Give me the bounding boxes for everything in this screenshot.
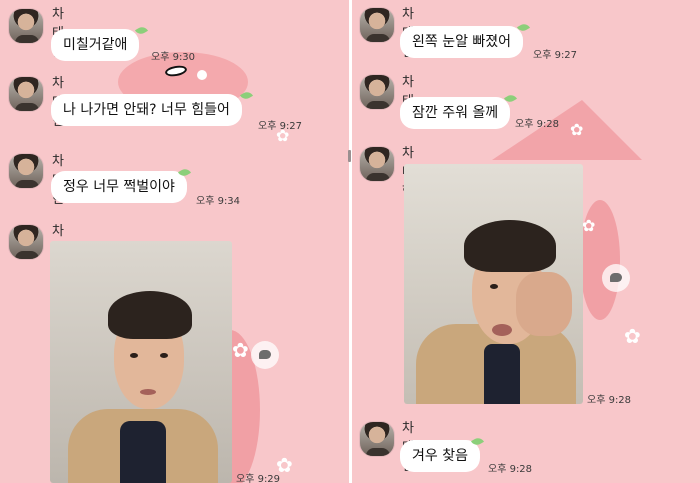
message-bubble[interactable]: 정우 너무 쩍벌이야 <box>51 171 187 203</box>
resize-handle[interactable] <box>348 150 351 162</box>
person-shirt <box>120 421 166 483</box>
message-time: 오후 9:27 <box>258 121 303 132</box>
avatar[interactable] <box>359 421 395 457</box>
photo-message[interactable] <box>404 164 583 404</box>
message-bubble[interactable]: 겨우 찾음 <box>400 440 480 472</box>
avatar[interactable] <box>359 74 395 110</box>
message-time: 오후 9:28 <box>515 119 560 130</box>
blob-eye-decoration <box>197 70 207 80</box>
photo-message[interactable] <box>50 241 232 483</box>
share-bubble-icon[interactable] <box>602 264 630 292</box>
leaf-icon <box>134 24 149 37</box>
person-mouth <box>140 389 156 395</box>
person-hair <box>108 291 192 339</box>
message-bubble[interactable]: 나 나가면 안돼? 너무 힘들어 <box>51 94 242 126</box>
message-time: 오후 9:28 <box>587 395 632 406</box>
message-time: 오후 9:28 <box>488 464 533 475</box>
flower-icon: ✿ <box>570 120 584 139</box>
message-time: 오후 9:34 <box>196 196 241 207</box>
message-bubble[interactable]: 왼쪽 눈알 빠졌어 <box>400 26 524 58</box>
message-bubble[interactable]: 잠깐 주워 올께 <box>400 97 511 129</box>
share-bubble-icon[interactable] <box>251 341 279 369</box>
message-time: 오후 9:27 <box>533 50 578 61</box>
avatar[interactable] <box>8 8 44 44</box>
person-eye <box>130 353 138 358</box>
flower-icon: ✿ <box>232 338 249 362</box>
person-shirt <box>484 344 520 404</box>
chat-pane-left[interactable]: ✿ ✿ ✿ 차태현 미칠거같애 오후 9:30 차태현 나 나가면 안돼? 너무… <box>0 0 349 483</box>
message-time: 오후 9:29 <box>236 474 281 483</box>
chat-pane-right[interactable]: ✿ ✿ ✿ 차태현 왼쪽 눈알 빠졌어 오후 9:27 차태현 잠깐 주워 올께… <box>352 0 700 483</box>
avatar[interactable] <box>8 153 44 189</box>
background-shape <box>492 100 642 160</box>
flower-icon: ✿ <box>582 216 596 235</box>
person-hair <box>464 220 556 272</box>
person-eye <box>160 353 168 358</box>
flower-icon: ✿ <box>624 324 641 348</box>
message-time: 오후 9:30 <box>151 52 196 63</box>
avatar[interactable] <box>359 146 395 182</box>
person-eye <box>490 284 498 289</box>
avatar[interactable] <box>359 7 395 43</box>
person-mouth <box>492 324 512 336</box>
avatar[interactable] <box>8 224 44 260</box>
avatar[interactable] <box>8 76 44 112</box>
message-bubble[interactable]: 미칠거같애 <box>51 29 140 61</box>
person-hand <box>516 272 572 336</box>
